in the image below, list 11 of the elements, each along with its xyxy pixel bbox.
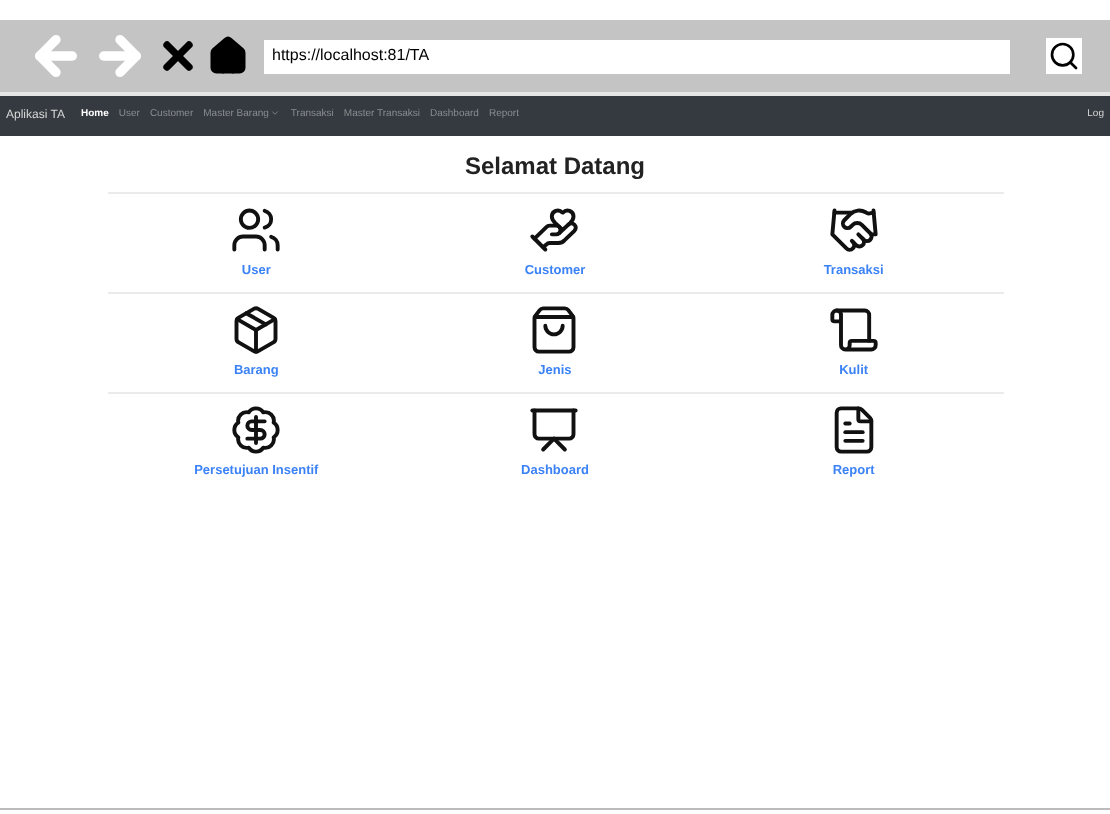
- page-heading: Selamat Datang: [464, 150, 646, 184]
- bag-icon[interactable]: [528, 303, 581, 356]
- search-icon[interactable]: [1046, 38, 1082, 74]
- scroll-icon[interactable]: [827, 303, 880, 356]
- dollar-badge-icon[interactable]: [230, 403, 283, 455]
- handshake-icon[interactable]: [827, 204, 880, 256]
- box-icon[interactable]: [230, 303, 283, 356]
- home-icon[interactable]: [208, 36, 248, 76]
- url-field[interactable]: https://localhost:81/TA: [264, 39, 1010, 73]
- users-icon[interactable]: [230, 204, 283, 256]
- caret-icon: [270, 108, 281, 119]
